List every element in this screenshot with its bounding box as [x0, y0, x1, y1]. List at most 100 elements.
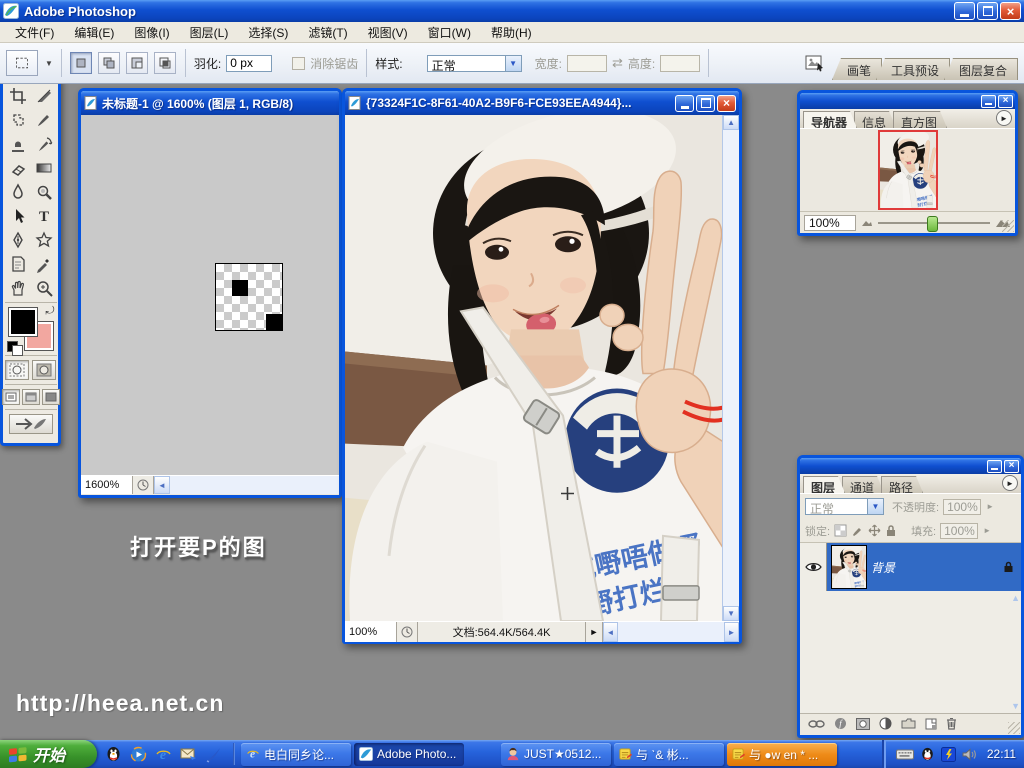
selection-mode-intersect-button[interactable]	[153, 52, 176, 74]
layers-close-button[interactable]: ×	[1004, 459, 1019, 473]
tool-eraser[interactable]	[5, 156, 31, 180]
jump-to-imageready-button[interactable]	[8, 414, 53, 434]
fill-spinner-icon[interactable]: ►	[983, 526, 991, 535]
tool-dodge[interactable]	[31, 180, 57, 204]
document-window-photo[interactable]: {73324F1C-8F61-40A2-B9F6-FCE93EEA4944}..…	[342, 88, 742, 644]
layer-style-icon[interactable]: f	[834, 717, 847, 730]
tool-notes[interactable]	[5, 252, 31, 276]
layers-palette[interactable]: × 图层 通道 路径 ► 正常 ▼ 不透明度: 100% ► 锁定: 填充: 1…	[797, 455, 1024, 738]
adjustment-layer-icon[interactable]	[879, 717, 892, 730]
doc2-zoom-field[interactable]: 100%	[345, 622, 397, 642]
antialias-checkbox[interactable]	[292, 56, 306, 70]
layers-minimize-button[interactable]	[987, 459, 1002, 473]
slider-thumb[interactable]	[927, 215, 939, 232]
well-tab-layer-comps[interactable]: 图层复合	[943, 58, 1018, 80]
doc1-timing-icon[interactable]	[133, 476, 154, 494]
blend-combo-arrow-icon[interactable]: ▼	[867, 498, 884, 515]
taskbar-item-qq-chat-1[interactable]: 与 ˋ& 彬...	[614, 742, 724, 766]
tool-preset-dropdown-icon[interactable]: ▼	[45, 59, 53, 68]
doc2-hscroll-left-arrow[interactable]: ◄	[603, 622, 618, 642]
layers-scroll-down-arrow[interactable]: ▼	[1011, 701, 1020, 711]
opacity-value[interactable]: 100%	[943, 498, 982, 515]
ie-quicklaunch-icon[interactable]: e	[155, 746, 172, 763]
tool-history-brush[interactable]	[31, 132, 57, 156]
tool-hand[interactable]	[5, 276, 31, 300]
doc1-canvas-area[interactable]	[81, 115, 339, 475]
selection-mode-new-button[interactable]	[69, 52, 92, 74]
tool-clone-stamp[interactable]	[5, 132, 31, 156]
new-group-icon[interactable]	[901, 718, 916, 729]
mail-quicklaunch-icon[interactable]	[180, 747, 197, 761]
fullscreen-menubar-mode-button[interactable]	[21, 389, 40, 405]
tool-blur[interactable]	[5, 180, 31, 204]
tool-path-selection[interactable]	[5, 204, 31, 228]
lock-position-icon[interactable]	[868, 524, 881, 537]
tool-zoom[interactable]	[31, 276, 57, 300]
layer-mask-icon[interactable]	[856, 717, 870, 730]
qq-quicklaunch-icon[interactable]	[105, 746, 122, 763]
height-input[interactable]	[660, 54, 701, 72]
tool-brush[interactable]	[31, 108, 57, 132]
doc2-status-menu-arrow[interactable]: ►	[586, 622, 603, 642]
blend-mode-combobox[interactable]: 正常 ▼	[805, 498, 884, 516]
navigator-titlebar[interactable]: ×	[800, 93, 1015, 109]
navigator-palette[interactable]: × 导航器 信息 直方图 ► 100%	[797, 90, 1018, 236]
tab-layers[interactable]: 图层	[803, 476, 845, 493]
lock-transparency-icon[interactable]	[834, 524, 847, 537]
doc2-vscrollbar[interactable]: ▲ ▼	[722, 115, 739, 621]
document-window-untitled[interactable]: 未标题-1 @ 1600% (图层 1, RGB/8) 1600% ◄	[78, 88, 342, 498]
pen-quicklaunch-icon[interactable]	[205, 746, 222, 763]
start-button[interactable]: 开始	[0, 740, 97, 768]
qq-tray-icon[interactable]	[920, 747, 935, 762]
tool-slice[interactable]	[31, 84, 57, 108]
doc2-hscroll-track[interactable]	[618, 622, 724, 642]
current-tool-preview[interactable]	[6, 50, 38, 76]
link-layers-icon[interactable]	[808, 719, 825, 729]
doc2-timing-icon[interactable]	[397, 622, 418, 642]
swap-dimensions-icon[interactable]: ⇄	[612, 55, 623, 71]
delete-layer-icon[interactable]	[946, 717, 957, 730]
tool-pen[interactable]	[5, 228, 31, 252]
menu-file[interactable]: 文件(F)	[5, 22, 64, 43]
quick-mask-mode-button[interactable]	[32, 360, 56, 380]
fullscreen-mode-button[interactable]	[41, 389, 60, 405]
selection-mode-subtract-button[interactable]	[125, 52, 148, 74]
tool-type[interactable]: T	[31, 204, 57, 228]
photo-canvas[interactable]	[345, 115, 722, 621]
selection-mode-add-button[interactable]	[97, 52, 120, 74]
combo-arrow-icon[interactable]: ▼	[504, 54, 522, 72]
doc2-vscroll-up-arrow[interactable]: ▲	[723, 115, 739, 130]
menu-select[interactable]: 选择(S)	[238, 22, 298, 43]
layers-menu-button[interactable]: ►	[1002, 475, 1018, 491]
tab-channels[interactable]: 通道	[842, 476, 884, 493]
app-minimize-button[interactable]	[954, 2, 975, 20]
doc2-maximize-button[interactable]	[696, 94, 715, 112]
new-layer-icon[interactable]	[925, 718, 937, 730]
navigator-view-box[interactable]	[877, 130, 938, 210]
media-player-quicklaunch-icon[interactable]	[130, 746, 147, 763]
doc2-minimize-button[interactable]	[675, 94, 694, 112]
zoom-out-mountain-icon[interactable]	[861, 218, 873, 227]
tool-eyedropper[interactable]	[31, 252, 57, 276]
navigator-zoom-slider[interactable]	[878, 215, 990, 232]
navigator-close-button[interactable]: ×	[998, 94, 1013, 108]
swap-colors-icon[interactable]: ⤾	[45, 305, 54, 318]
navigator-resize-grip[interactable]	[1002, 220, 1014, 232]
layers-resize-grip[interactable]	[1008, 722, 1020, 734]
tab-histogram[interactable]: 直方图	[893, 111, 947, 128]
doc1-hscroll-track[interactable]	[170, 476, 339, 494]
well-tab-brushes[interactable]: 画笔	[831, 58, 882, 80]
doc2-vscroll-track[interactable]	[723, 130, 739, 606]
opacity-spinner-icon[interactable]: ►	[986, 502, 994, 511]
doc1-titlebar[interactable]: 未标题-1 @ 1600% (图层 1, RGB/8)	[81, 91, 339, 115]
foreground-color-swatch[interactable]	[7, 307, 38, 337]
taskbar-item-forum[interactable]: e 电白同乡论...	[241, 742, 351, 766]
transparent-canvas[interactable]	[215, 263, 283, 331]
layers-titlebar[interactable]: ×	[800, 458, 1021, 474]
width-input[interactable]	[566, 54, 607, 72]
doc1-zoom-field[interactable]: 1600%	[81, 476, 133, 494]
keyboard-tray-icon[interactable]	[895, 748, 914, 760]
taskbar-item-qq-chat-2-alert[interactable]: 与 ●w en * ...	[727, 742, 837, 766]
layer-thumbnail-wrap[interactable]	[827, 543, 871, 591]
clock[interactable]: 22:11	[987, 747, 1016, 761]
